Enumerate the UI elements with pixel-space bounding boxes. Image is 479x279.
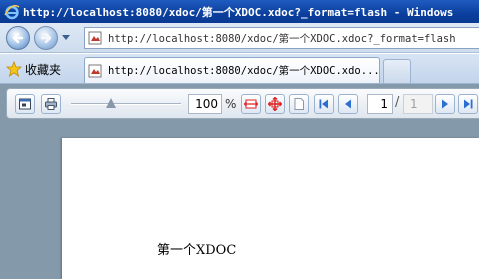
tab-favicon-icon — [88, 64, 102, 77]
window-icon — [19, 98, 31, 110]
address-url[interactable]: http://localhost:8080/xdoc/第一个XDOC.xdoc?… — [108, 31, 456, 46]
zoom-slider-thumb[interactable] — [105, 98, 116, 108]
previous-page-icon — [345, 99, 351, 109]
window-title: http://localhost:8080/xdoc/第一个XDOC.xdoc?… — [23, 5, 454, 19]
next-page-button[interactable] — [435, 94, 455, 114]
address-bar[interactable]: http://localhost:8080/xdoc/第一个XDOC.xdoc?… — [84, 27, 479, 49]
last-page-icon — [464, 99, 473, 109]
favorites-button[interactable]: 收藏夹 — [6, 60, 61, 78]
page-icon — [294, 98, 304, 110]
arrow-right-icon — [40, 32, 52, 44]
viewer-toolbar: 100 % 1 / 1 — [6, 88, 479, 119]
print-button[interactable] — [41, 94, 61, 114]
zoom-input[interactable]: 100 — [188, 94, 222, 114]
last-page-button[interactable] — [458, 94, 478, 114]
printer-icon — [45, 98, 57, 110]
zoom-unit: % — [225, 97, 237, 111]
star-icon — [6, 61, 22, 77]
page-favicon-icon — [88, 31, 102, 45]
next-page-icon — [442, 99, 448, 109]
new-tab-button[interactable] — [383, 59, 411, 83]
document-page: 第一个XDOC — [62, 138, 479, 279]
ie-logo-icon — [4, 4, 20, 19]
document-text: 第一个XDOC — [157, 243, 237, 258]
history-dropdown-icon[interactable] — [62, 33, 70, 41]
favorites-bar: 收藏夹 http://localhost:8080/xdoc/第一个XDOC.x… — [0, 54, 479, 84]
fit-width-button[interactable] — [241, 94, 261, 114]
zoom-slider-track[interactable] — [71, 103, 181, 105]
fit-width-icon — [244, 99, 258, 109]
back-button[interactable] — [6, 26, 30, 50]
navigation-bar: http://localhost:8080/xdoc/第一个XDOC.xdoc?… — [0, 23, 479, 53]
browser-tab[interactable]: http://localhost:8080/xdoc/第一个XDOC.xdo..… — [84, 57, 380, 83]
window-title-bar[interactable]: http://localhost:8080/xdoc/第一个XDOC.xdoc?… — [0, 0, 479, 23]
document-viewer: 100 % 1 / 1 第一个XDOC — [0, 84, 479, 279]
current-page-input[interactable]: 1 — [367, 94, 393, 114]
total-pages: 1 — [403, 94, 433, 114]
arrow-left-icon — [12, 32, 24, 44]
first-page-button[interactable] — [314, 94, 334, 114]
favorites-label: 收藏夹 — [25, 62, 62, 77]
forward-button[interactable] — [34, 26, 58, 50]
first-page-icon — [319, 99, 328, 109]
fullscreen-button[interactable] — [15, 94, 35, 114]
previous-page-button[interactable] — [338, 94, 358, 114]
tab-title: http://localhost:8080/xdoc/第一个XDOC.xdo..… — [108, 65, 379, 77]
move-arrows-icon — [268, 97, 282, 111]
actual-size-button[interactable] — [289, 94, 309, 114]
page-separator: / — [395, 95, 400, 110]
fit-page-button[interactable] — [265, 94, 285, 114]
